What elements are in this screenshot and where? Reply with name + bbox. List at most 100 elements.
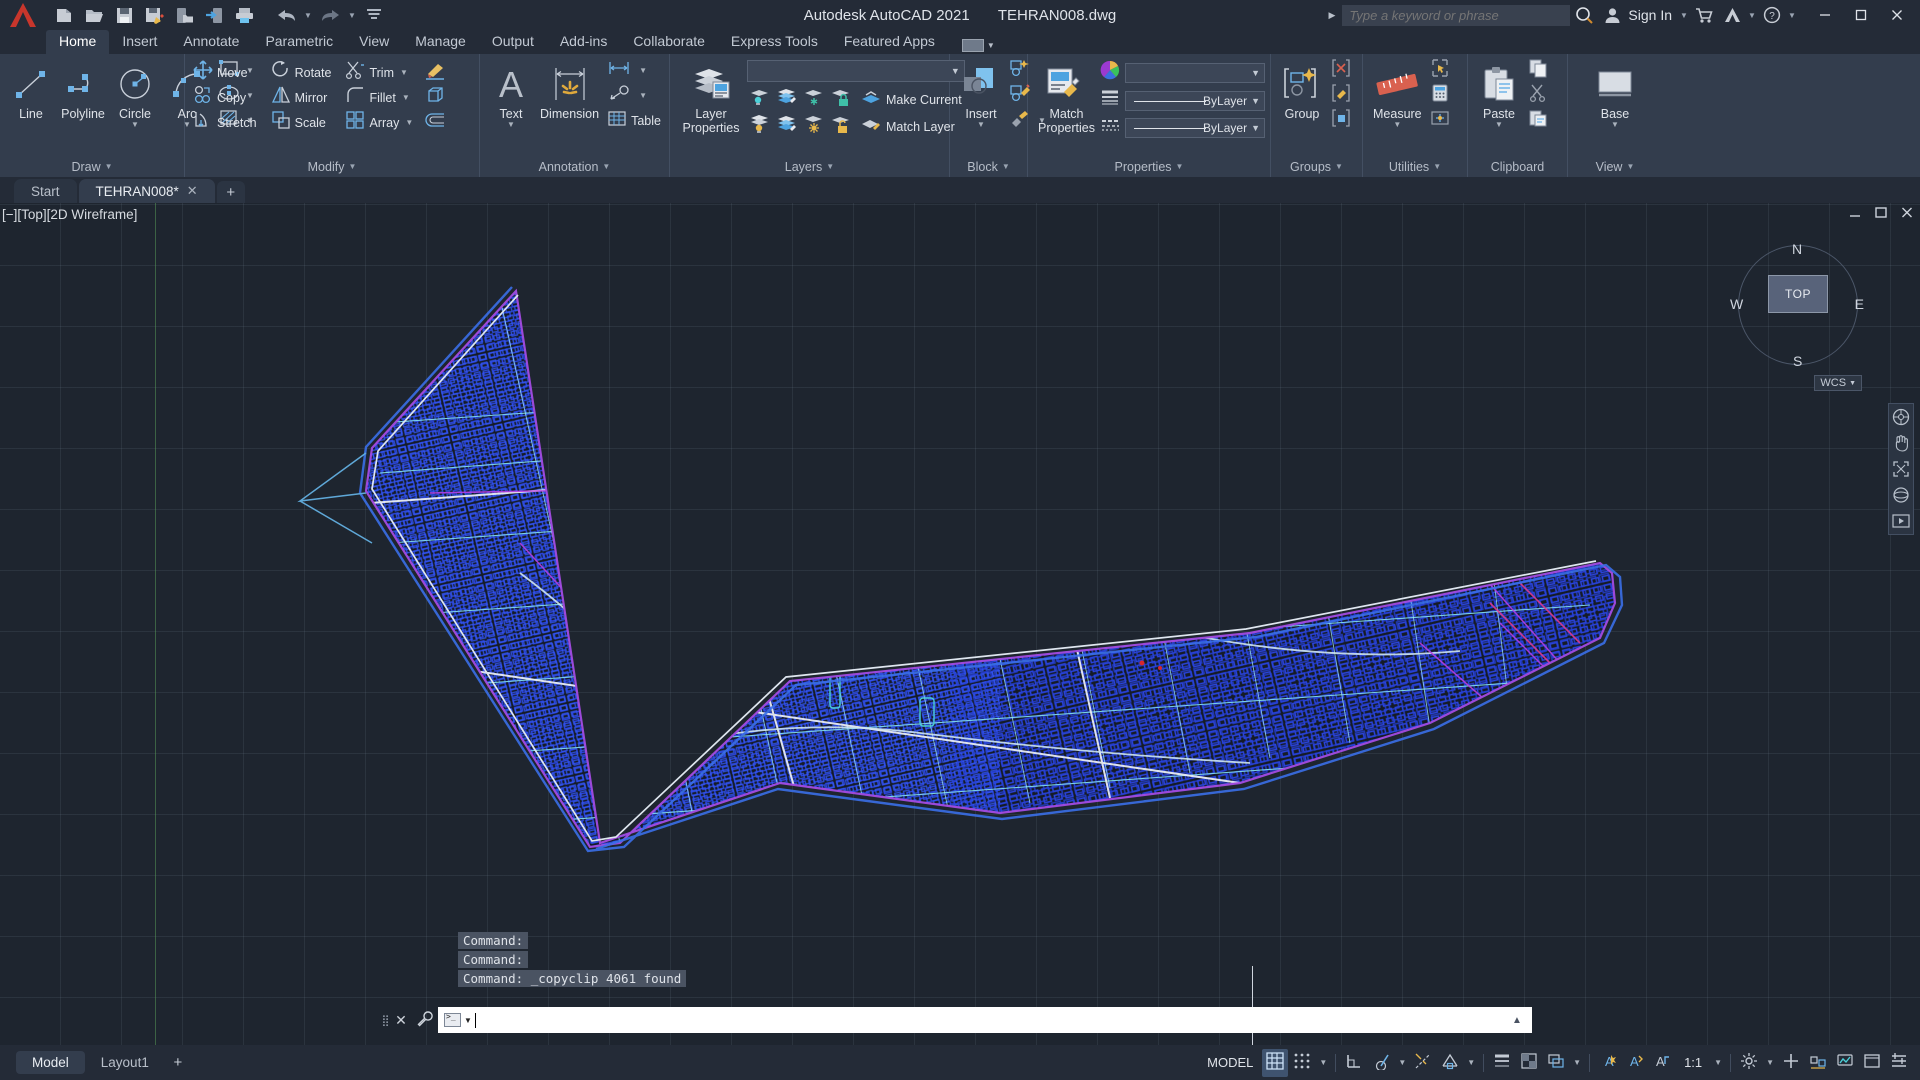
close-button[interactable] bbox=[1880, 1, 1914, 29]
ribbon-tab-annotate[interactable]: Annotate bbox=[170, 30, 252, 54]
layer-turn-on-button[interactable] bbox=[747, 114, 773, 139]
chevron-down-icon[interactable]: ▼ bbox=[507, 121, 515, 129]
plot-icon[interactable] bbox=[230, 2, 258, 28]
command-line-grip[interactable]: ⣿ bbox=[380, 1009, 390, 1031]
layer-on-off-button[interactable] bbox=[747, 87, 773, 112]
modify-fillet-button[interactable]: Fillet ▼ bbox=[342, 85, 418, 110]
user-account-icon[interactable] bbox=[1598, 1, 1626, 29]
viewport-minimize-icon[interactable] bbox=[1848, 207, 1862, 222]
panel-title-groups[interactable]: Groups ▼ bbox=[1271, 156, 1362, 177]
minimize-button[interactable] bbox=[1808, 1, 1842, 29]
chevron-down-icon[interactable]: ▼ bbox=[403, 118, 415, 127]
selection-cycling-button[interactable] bbox=[1543, 1049, 1569, 1077]
undo-icon[interactable] bbox=[272, 2, 300, 28]
paste-special-button[interactable] bbox=[1525, 108, 1551, 133]
autodesk-app-icon[interactable] bbox=[1718, 1, 1746, 29]
modify-stretch-button[interactable]: Stretch bbox=[190, 110, 260, 135]
panel-title-clipboard[interactable]: Clipboard bbox=[1468, 156, 1567, 177]
ucs-selector[interactable]: WCS ▼ bbox=[1814, 375, 1862, 391]
export-icon[interactable] bbox=[200, 2, 228, 28]
ribbon-tab-home[interactable]: Home bbox=[46, 30, 110, 54]
ribbon-tab-collaborate[interactable]: Collaborate bbox=[620, 30, 718, 54]
chevron-down-icon[interactable]: ▼ bbox=[977, 121, 985, 129]
ungroup-button[interactable] bbox=[1328, 58, 1354, 83]
osnap-dropdown-icon[interactable]: ▼ bbox=[1464, 1058, 1478, 1067]
annotation-dimension-button[interactable]: Dimension bbox=[537, 58, 602, 121]
modify-mirror-button[interactable]: Mirror bbox=[268, 85, 335, 110]
signin-dropdown-icon[interactable]: ▼ bbox=[1678, 2, 1690, 28]
layout-tab-layout1[interactable]: Layout1 bbox=[85, 1051, 165, 1074]
save-as-icon[interactable] bbox=[140, 2, 168, 28]
viewport-close-icon[interactable] bbox=[1900, 207, 1914, 222]
panel-title-utilities[interactable]: Utilities ▼ bbox=[1363, 156, 1467, 177]
view-cube-north-label[interactable]: N bbox=[1792, 241, 1802, 257]
draw-polyline-button[interactable]: Polyline bbox=[57, 58, 109, 121]
chevron-down-icon[interactable]: ▼ bbox=[131, 121, 139, 129]
view-cube-east-label[interactable]: E bbox=[1855, 296, 1864, 312]
base-view-button[interactable]: Base ▼ bbox=[1589, 58, 1641, 129]
chevron-down-icon[interactable]: ▼ bbox=[1495, 121, 1503, 129]
chevron-down-icon[interactable]: ▼ bbox=[1611, 121, 1619, 129]
file-tab-start[interactable]: Start bbox=[14, 179, 77, 203]
copy-clip-button[interactable] bbox=[1525, 58, 1551, 83]
annotation-text-button[interactable]: A Text ▼ bbox=[485, 58, 537, 129]
panel-title-draw[interactable]: Draw ▼ bbox=[0, 156, 184, 177]
scale-dropdown-icon[interactable]: ▼ bbox=[1711, 1058, 1725, 1067]
new-tab-button[interactable]: + bbox=[216, 181, 245, 203]
redo-dropdown-icon[interactable]: ▼ bbox=[346, 2, 358, 28]
lineweight-display-button[interactable] bbox=[1489, 1049, 1515, 1077]
group-edit-button[interactable] bbox=[1328, 83, 1354, 108]
close-icon[interactable]: ✕ bbox=[187, 183, 198, 199]
object-snap-tracking-button[interactable] bbox=[1410, 1049, 1436, 1077]
layout-tab-model[interactable]: Model bbox=[16, 1051, 85, 1074]
layer-properties-button[interactable]: Layer Properties bbox=[675, 58, 747, 135]
command-line-customize-icon[interactable] bbox=[412, 1010, 438, 1030]
match-properties-button[interactable]: Match Properties bbox=[1033, 58, 1100, 135]
full-navigation-wheel-icon[interactable] bbox=[1891, 408, 1911, 426]
view-cube-top-face[interactable]: TOP bbox=[1768, 275, 1828, 313]
chevron-down-icon[interactable]: ▼ bbox=[400, 93, 412, 102]
panel-title-modify[interactable]: Modify ▼ bbox=[185, 156, 479, 177]
panel-title-annotation[interactable]: Annotation ▼ bbox=[480, 156, 669, 177]
layer-selector-combo[interactable]: ▼ bbox=[747, 60, 965, 82]
quick-calc-button[interactable] bbox=[1427, 83, 1453, 108]
new-file-icon[interactable] bbox=[50, 2, 78, 28]
chevron-down-icon[interactable]: ▼ bbox=[637, 66, 649, 75]
layer-freeze-button[interactable] bbox=[801, 87, 827, 112]
autoscale-button[interactable]: A bbox=[1622, 1049, 1648, 1077]
draw-line-button[interactable]: Line bbox=[5, 58, 57, 121]
open-file-icon[interactable] bbox=[80, 2, 108, 28]
modify-offset-button[interactable] bbox=[422, 110, 448, 135]
snap-mode-button[interactable] bbox=[1289, 1049, 1315, 1077]
view-cube[interactable]: TOP N S E W bbox=[1730, 241, 1864, 369]
object-snap-button[interactable] bbox=[1437, 1049, 1463, 1077]
modify-erase-button[interactable] bbox=[422, 60, 448, 85]
restore-button[interactable] bbox=[1844, 1, 1878, 29]
annotation-table-button[interactable]: Table bbox=[604, 108, 664, 133]
hardware-acceleration-button[interactable] bbox=[1778, 1049, 1804, 1077]
viewport-maximize-icon[interactable] bbox=[1874, 207, 1888, 222]
panel-title-block[interactable]: Block ▼ bbox=[950, 156, 1027, 177]
annotation-scale-button[interactable]: A bbox=[1649, 1049, 1675, 1077]
polar-dropdown-icon[interactable]: ▼ bbox=[1395, 1058, 1409, 1067]
sign-in-button[interactable]: Sign In bbox=[1626, 7, 1678, 23]
ribbon-tab-parametric[interactable]: Parametric bbox=[252, 30, 346, 54]
insert-block-button[interactable]: Insert ▼ bbox=[955, 58, 1007, 129]
ribbon-tab-featured-apps[interactable]: Featured Apps bbox=[831, 30, 948, 54]
panel-title-view[interactable]: View ▼ bbox=[1568, 156, 1662, 177]
ribbon-tab-insert[interactable]: Insert bbox=[109, 30, 170, 54]
clean-screen-button[interactable] bbox=[1859, 1049, 1885, 1077]
group-button[interactable]: Group bbox=[1276, 58, 1328, 121]
group-selection-toggle-button[interactable] bbox=[1328, 108, 1354, 133]
add-layout-button[interactable]: + bbox=[165, 1054, 191, 1071]
chevron-down-icon[interactable]: ▼ bbox=[398, 68, 410, 77]
ribbon-tab-addins[interactable]: Add-ins bbox=[547, 30, 620, 54]
polar-tracking-button[interactable] bbox=[1368, 1049, 1394, 1077]
linetype-combo[interactable]: ByLayer ▼ bbox=[1124, 117, 1265, 138]
view-cube-south-label[interactable]: S bbox=[1793, 353, 1802, 369]
ortho-mode-button[interactable] bbox=[1341, 1049, 1367, 1077]
modify-trim-button[interactable]: Trim ▼ bbox=[342, 60, 418, 85]
annotation-visibility-button[interactable]: A bbox=[1595, 1049, 1621, 1077]
chevron-down-icon[interactable]: ▼ bbox=[1393, 121, 1401, 129]
annotation-dim-linear-button[interactable]: ▼ bbox=[604, 58, 664, 83]
